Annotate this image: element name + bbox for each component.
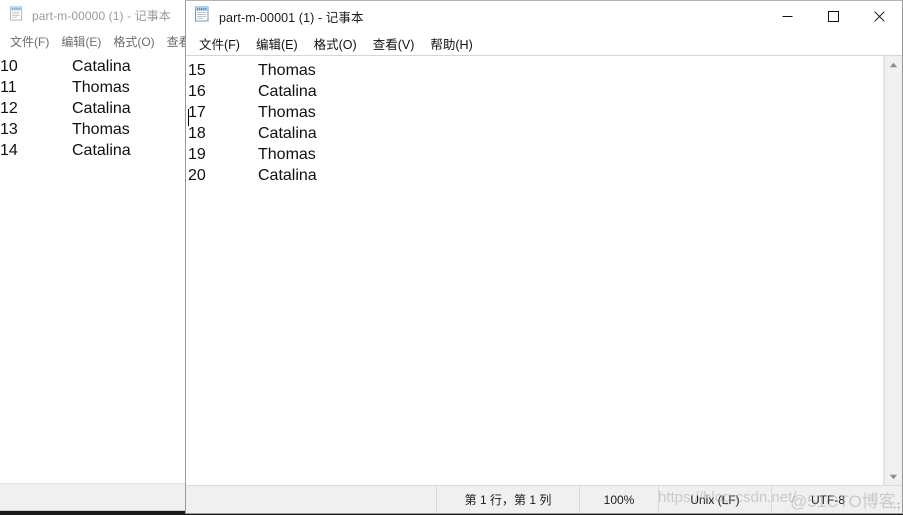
text-line: 13 Thomas [0, 119, 131, 140]
text-line: 19 Thomas [188, 144, 317, 165]
maximize-button[interactable] [810, 1, 856, 32]
foreground-window-title: part-m-00001 (1) - 记事本 [219, 11, 364, 25]
menu-item-view[interactable]: 查看(V) [365, 33, 423, 54]
line-value: Catalina [258, 125, 317, 142]
text-line: 14 Catalina [0, 140, 131, 161]
line-value: Thomas [258, 62, 316, 79]
menu-item-format[interactable]: 格式(O) [107, 33, 160, 50]
line-value: Catalina [72, 58, 131, 75]
notepad-icon [194, 6, 210, 27]
line-value: Thomas [258, 146, 316, 163]
text-line: 16 Catalina [188, 81, 317, 102]
line-number: 15 [188, 62, 206, 79]
foreground-text-content: 15 Thomas 16 Catalina 17 Thomas 18 Catalina 19 Th… [186, 56, 317, 186]
background-window-menubar[interactable]: 文件(F) 编辑(E) 格式(O) 查看 [0, 31, 185, 52]
foreground-window-body: 15 Thomas 16 Catalina 17 Thomas 18 Catalina 19 Th… [186, 55, 902, 485]
line-value: Thomas [72, 79, 130, 96]
minimize-button[interactable] [764, 1, 810, 32]
status-zoom-level[interactable]: 100% [579, 486, 658, 513]
text-line: 18 Catalina [188, 123, 317, 144]
vertical-scrollbar[interactable] [884, 56, 902, 485]
line-number: 10 [0, 58, 18, 75]
status-cursor-position[interactable]: 第 1 行，第 1 列 [436, 486, 579, 513]
line-value: Thomas [72, 121, 130, 138]
background-text-content: 10 Catalina 11 Thomas 12 Catalina 13 Thomas 14 Ca… [0, 52, 131, 161]
line-value: Catalina [72, 100, 131, 117]
line-number: 12 [0, 100, 18, 117]
text-caret [188, 109, 189, 126]
menu-item-file[interactable]: 文件(F) [4, 33, 55, 50]
resize-grip-icon[interactable] [884, 486, 902, 513]
status-line-ending[interactable]: Unix (LF) [658, 486, 771, 513]
statusbar-spacer [186, 486, 436, 513]
background-text-area[interactable]: 10 Catalina 11 Thomas 12 Catalina 13 Thomas 14 Ca… [0, 52, 185, 483]
menu-item-file[interactable]: 文件(F) [191, 33, 248, 54]
close-button[interactable] [856, 1, 902, 32]
text-line: 20 Catalina [188, 165, 317, 186]
line-number: 11 [0, 79, 17, 96]
line-number: 18 [188, 125, 206, 142]
menu-item-edit[interactable]: 编辑(E) [55, 33, 107, 50]
foreground-notepad-window[interactable]: part-m-00001 (1) - 记事本 文件(F) 编辑(E) 格式(O)… [185, 0, 903, 514]
text-line: 12 Catalina [0, 98, 131, 119]
scroll-up-arrow-icon[interactable] [885, 56, 902, 73]
status-encoding[interactable]: UTF-8 [771, 486, 884, 513]
notepad-icon [9, 5, 24, 26]
background-window-statusbar [0, 483, 185, 510]
line-value: Catalina [72, 142, 131, 159]
foreground-window-menubar[interactable]: 文件(F) 编辑(E) 格式(O) 查看(V) 帮助(H) [186, 32, 902, 55]
text-line: 17 Thomas [188, 102, 317, 123]
text-line: 10 Catalina [0, 56, 131, 77]
foreground-window-statusbar: 第 1 行，第 1 列 100% Unix (LF) UTF-8 [186, 485, 902, 513]
window-controls [764, 1, 902, 32]
background-window-titlebar[interactable]: part-m-00000 (1) - 记事本 [0, 0, 185, 31]
menu-item-view[interactable]: 查看 [161, 33, 185, 50]
scroll-down-arrow-icon[interactable] [885, 468, 902, 485]
line-number: 13 [0, 121, 18, 138]
line-number: 17 [188, 104, 206, 121]
menu-item-format[interactable]: 格式(O) [306, 33, 365, 54]
text-line: 15 Thomas [188, 60, 317, 81]
line-number: 20 [188, 167, 206, 184]
foreground-window-titlebar[interactable]: part-m-00001 (1) - 记事本 [186, 1, 902, 32]
text-line: 11 Thomas [0, 77, 131, 98]
background-window-title: part-m-00000 (1) - 记事本 [32, 9, 171, 23]
menu-item-help[interactable]: 帮助(H) [422, 33, 480, 54]
line-number: 16 [188, 83, 206, 100]
line-value: Catalina [258, 167, 317, 184]
line-number: 14 [0, 142, 18, 159]
menu-item-edit[interactable]: 编辑(E) [248, 33, 306, 54]
line-number: 19 [188, 146, 206, 163]
foreground-text-area[interactable]: 15 Thomas 16 Catalina 17 Thomas 18 Catalina 19 Th… [186, 56, 884, 485]
line-value: Catalina [258, 83, 317, 100]
background-notepad-window[interactable]: part-m-00000 (1) - 记事本 文件(F) 编辑(E) 格式(O)… [0, 0, 186, 511]
line-value: Thomas [258, 104, 316, 121]
